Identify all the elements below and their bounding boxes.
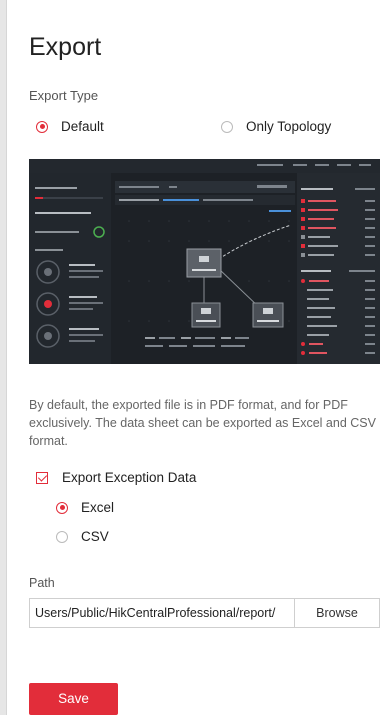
format-csv-radio[interactable]: CSV	[56, 529, 109, 544]
export-description: By default, the exported file is in PDF …	[29, 396, 380, 450]
format-excel-radio[interactable]: Excel	[56, 500, 114, 515]
export-type-topology-radio[interactable]: Only Topology	[221, 119, 331, 134]
path-label: Path	[29, 576, 55, 590]
description-line: By default, the exported file is in PDF …	[29, 398, 348, 412]
format-excel-label: Excel	[81, 500, 115, 515]
radio-unselected-icon	[221, 120, 233, 133]
browse-button[interactable]: Browse	[294, 598, 380, 628]
radio-unselected-icon	[56, 530, 68, 543]
export-type-label: Export Type	[29, 88, 99, 103]
export-exception-checkbox[interactable]: Export Exception Data	[36, 470, 196, 485]
description-line: exclusively. The data sheet can be expor…	[29, 416, 376, 430]
topology-preview-graphic	[29, 159, 380, 364]
checkbox-checked-icon	[36, 471, 48, 484]
radio-selected-icon	[56, 501, 68, 514]
format-csv-label: CSV	[81, 529, 109, 544]
export-type-default-radio[interactable]: Default	[36, 119, 104, 134]
path-input[interactable]: Users/Public/HikCentralProfessional/repo…	[29, 598, 295, 628]
export-type-topology-label: Only Topology	[246, 119, 332, 134]
dialog-title: Export	[29, 33, 102, 61]
export-type-default-label: Default	[61, 119, 104, 134]
background-panel-edge	[0, 0, 7, 715]
radio-selected-icon	[36, 120, 48, 133]
save-button[interactable]: Save	[29, 683, 118, 715]
topology-preview-image	[29, 159, 380, 364]
export-exception-label: Export Exception Data	[62, 470, 197, 485]
description-line: format.	[29, 434, 68, 448]
